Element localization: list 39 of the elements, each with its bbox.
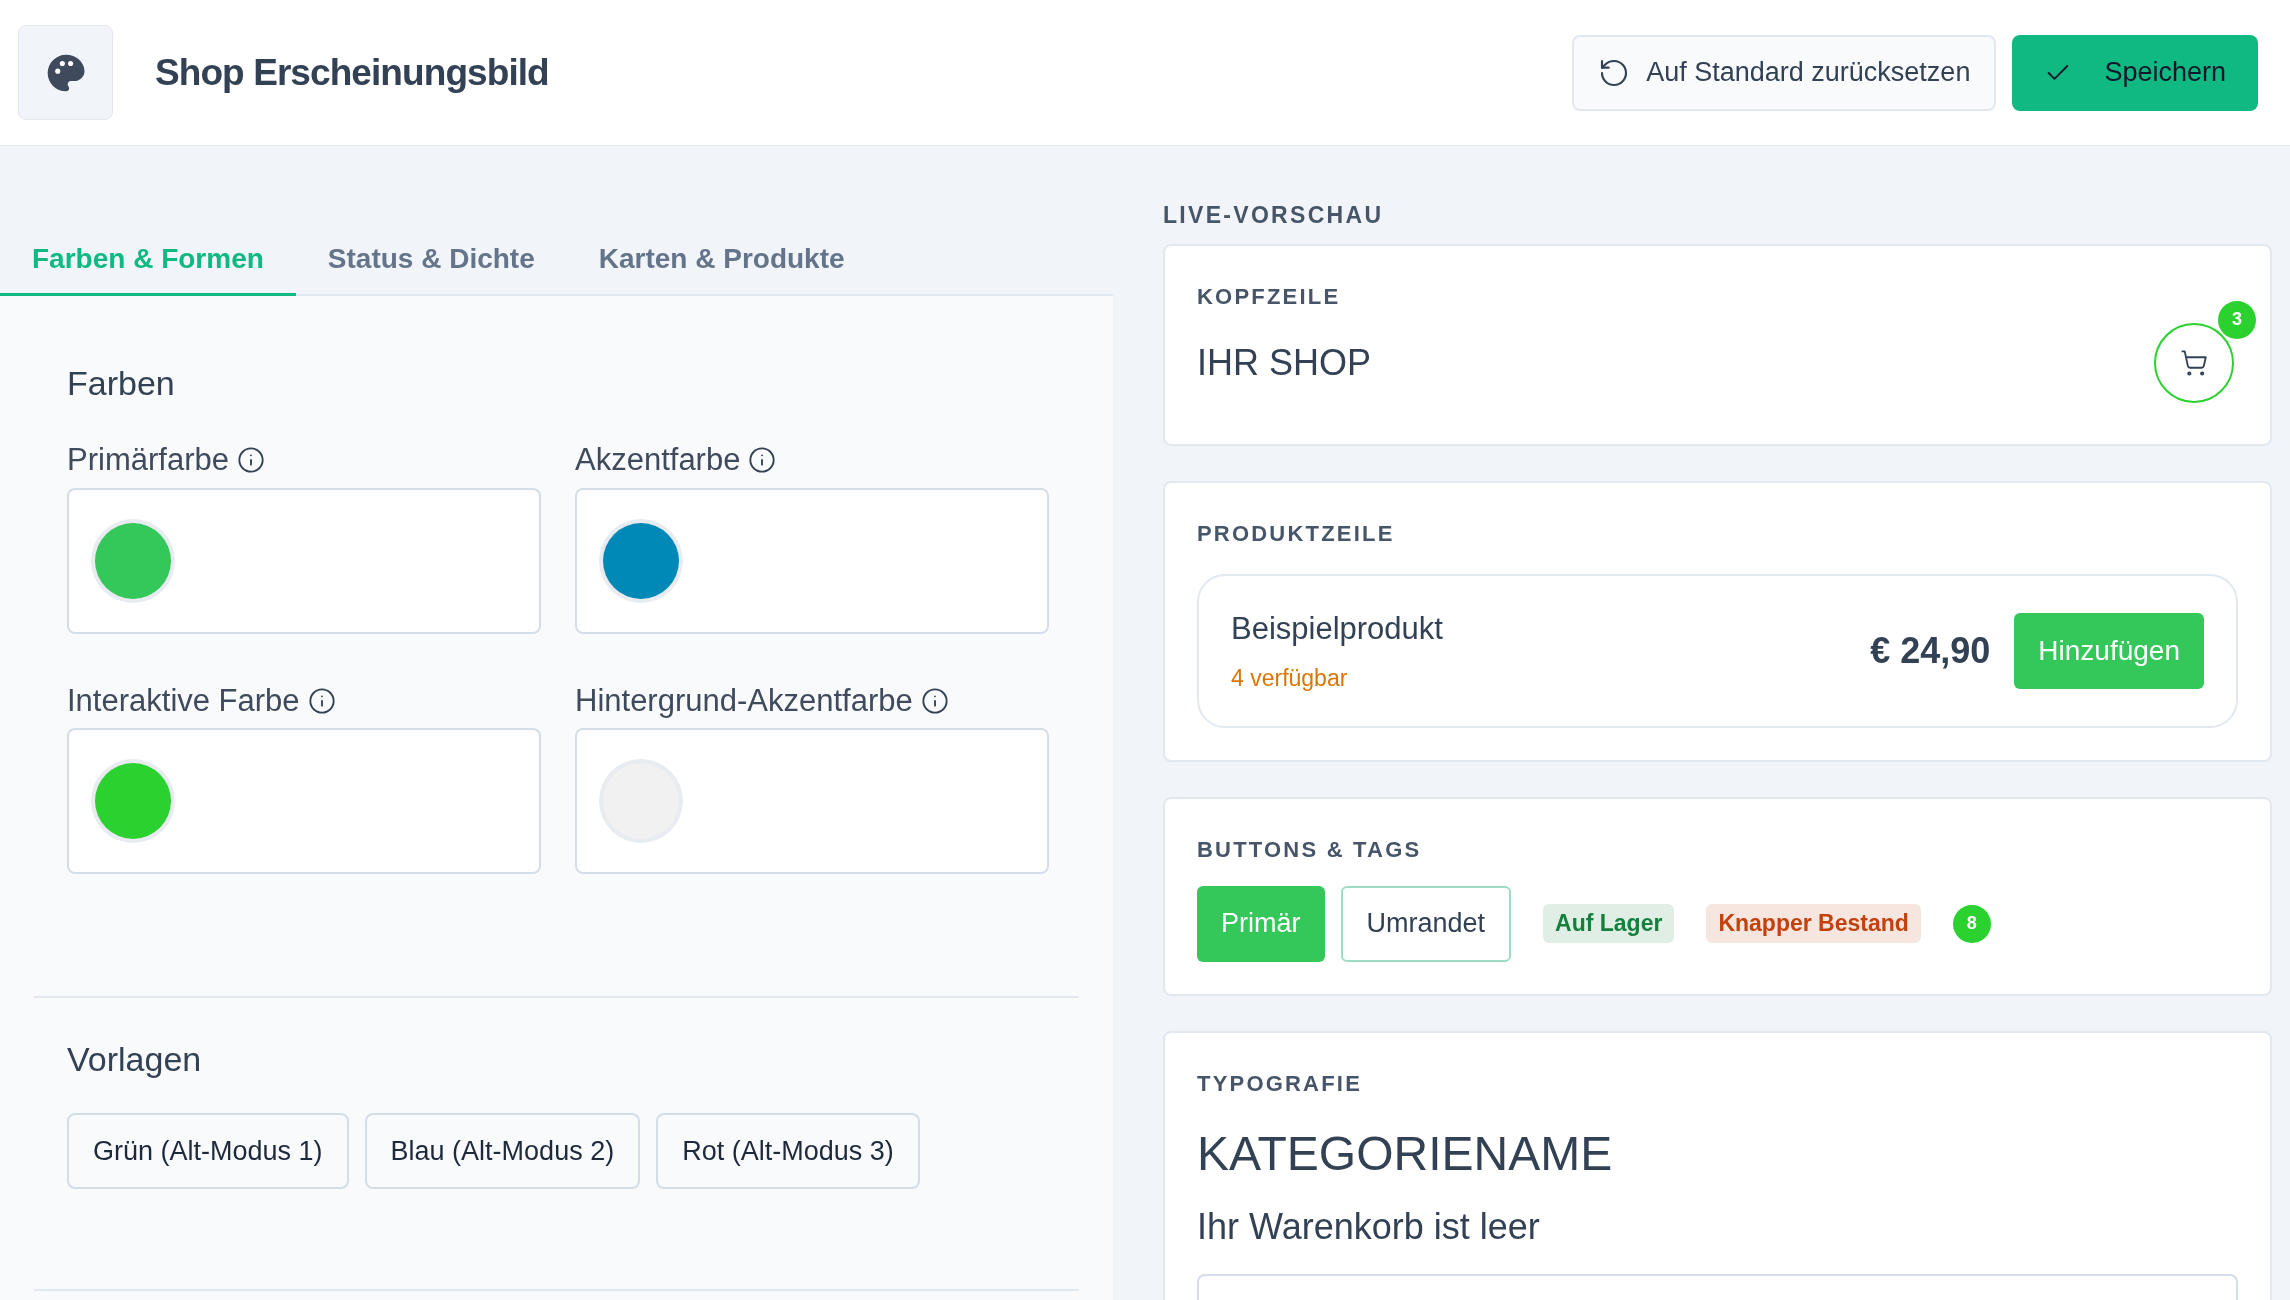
preset-button[interactable]: Blau (Alt-Modus 2) [364, 1113, 641, 1189]
color-picker-field[interactable] [67, 728, 541, 874]
cart-icon [2180, 348, 2208, 377]
save-button[interactable]: Speichern [2012, 34, 2258, 111]
preset-button[interactable]: Rot (Alt-Modus 3) [656, 1113, 920, 1189]
section-heading: Vorlagen [67, 1039, 203, 1080]
product-price: € 24,90 [1870, 628, 1991, 673]
info-icon[interactable] [920, 686, 949, 715]
count-badge: 8 [1952, 904, 1991, 943]
shop-name: IHR SHOP [1197, 340, 1372, 385]
page-title: Shop Erscheinungsbild [155, 50, 549, 95]
info-icon[interactable] [307, 686, 336, 715]
reset-button[interactable]: Auf Standard zurücksetzen [1572, 34, 1997, 111]
section-heading: Farben [67, 363, 176, 404]
field-label: Primärfarbe [67, 441, 229, 479]
color-picker-field[interactable] [575, 487, 1049, 634]
color-picker-field[interactable] [575, 728, 1049, 874]
info-icon[interactable] [748, 446, 777, 475]
outline-button[interactable]: Umrandet [1340, 885, 1512, 962]
cart-count-badge: 3 [2218, 300, 2256, 339]
preview-label: LIVE-VORSCHAU [1163, 201, 1385, 230]
body-text: Ihr Warenkorb ist leer [1197, 1204, 1541, 1249]
card-label: TYPOGRAFIE [1197, 1069, 1363, 1098]
status-tag: Auf Lager [1543, 904, 1675, 943]
tab[interactable]: Karten & Produkte [566, 224, 877, 296]
category-heading: KATEGORIENAME [1197, 1125, 1614, 1182]
card-label: BUTTONS & TAGS [1197, 835, 1423, 864]
field-label: Hintergrund-Akzentfarbe [575, 681, 913, 720]
stock-text: 4 verfügbar [1231, 663, 1349, 693]
field-label: Akzentfarbe [575, 441, 741, 479]
tab[interactable]: Status & Dichte [295, 224, 567, 296]
card-label: PRODUKTZEILE [1197, 519, 1396, 548]
card-label: KOPFZEILE [1197, 282, 1342, 311]
preset-button[interactable]: Grün (Alt-Modus 1) [67, 1113, 349, 1189]
field-label: Interaktive Farbe [67, 681, 300, 720]
product-name: Beispielprodukt [1231, 610, 1443, 648]
color-picker-field[interactable] [67, 487, 541, 634]
status-tag: Knapper Bestand [1706, 904, 1921, 943]
info-icon[interactable] [236, 446, 265, 475]
